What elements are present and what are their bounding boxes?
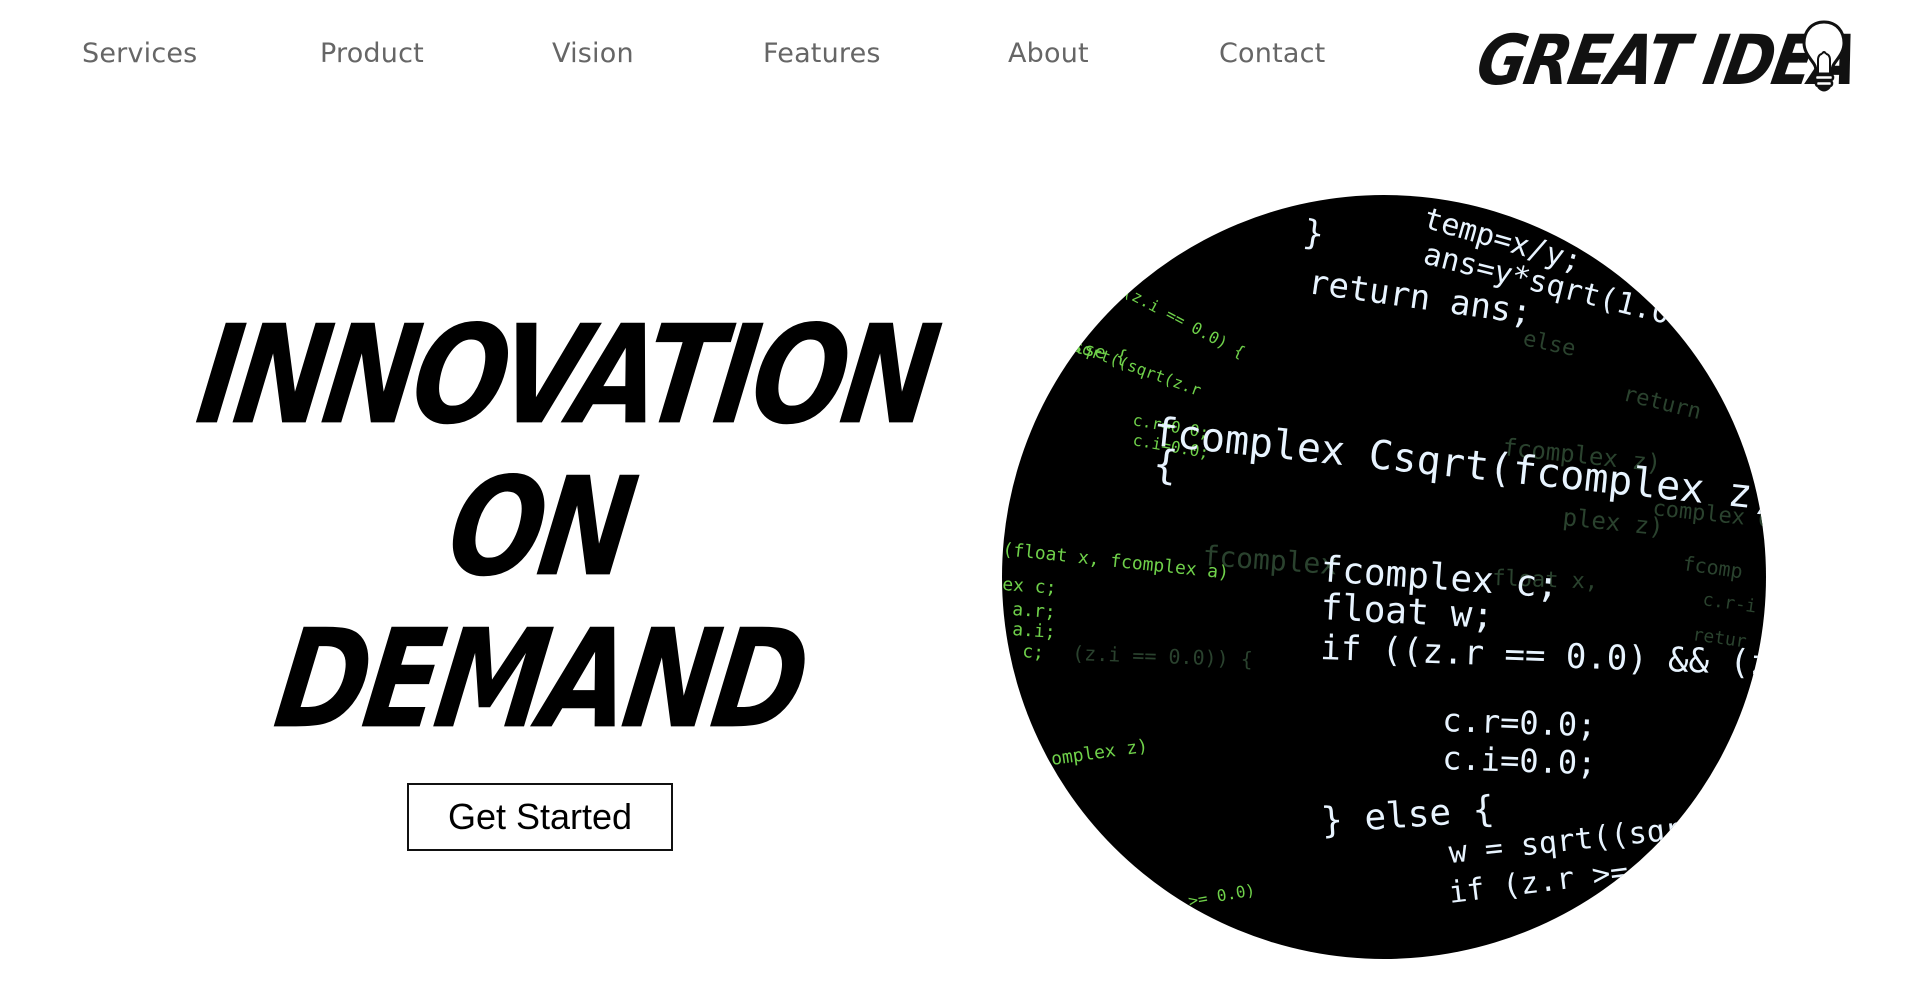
nav-link-features[interactable]: Features: [763, 30, 881, 78]
code-green-layer: else {(float x, fcomplex a)ex c;a.r;a.i;…: [1002, 282, 1257, 919]
code-main-line-2: }: [1301, 212, 1327, 254]
code-main-line-6: {: [1151, 441, 1180, 489]
code-green-line-8: sqrt((sqrt(z.r: [1071, 336, 1205, 400]
nav-link-contact[interactable]: Contact: [1219, 30, 1325, 78]
code-dim-line-9: fcomp: [1681, 551, 1744, 583]
code-dim-line-4: else: [1521, 326, 1578, 361]
nav-link-about[interactable]: About: [1008, 30, 1089, 78]
code-green-line-12: (z.i == 0.0) {: [1120, 282, 1248, 362]
code-green-line-3: ex c;: [1002, 574, 1057, 599]
code-green-line-5: a.i;: [1012, 619, 1057, 643]
hero-code-image: (z.i == 0.0)) {fcomplex float x, else plex …: [1002, 195, 1766, 959]
get-started-button[interactable]: Get Started: [407, 783, 673, 851]
code-green-line-7: omplex z): [1050, 736, 1150, 770]
code-dim-line-10: c.r-i: [1701, 589, 1758, 617]
nav-link-product[interactable]: Product: [320, 30, 424, 78]
code-dim-line-5: plex z): [1561, 503, 1665, 541]
code-main-line-5: fcomplex Csqrt(fcomplex z): [1151, 409, 1766, 520]
code-green-line-9: (z.r >= 0.0): [1139, 880, 1256, 919]
code-screen-graphic: (z.i == 0.0)) {fcomplex float x,elseplex …: [1002, 201, 1766, 942]
hero-heading: INNOVATION ON DEMAND: [189, 297, 944, 760]
lightbulb-icon: [1802, 20, 1846, 92]
code-main-line-15: c.r: [1550, 902, 1605, 942]
code-dim-line-1: (z.i == 0.0)) {: [1072, 641, 1253, 671]
code-green-line-6: c;: [1022, 641, 1045, 663]
hero-line-3: DEMAND: [266, 600, 814, 760]
code-dim-line-6: return: [1621, 382, 1704, 425]
code-main-line-11: c.i=0.0;: [1442, 739, 1597, 782]
code-main-line-10: c.r=0.0;: [1442, 701, 1597, 744]
logo[interactable]: GREAT IDEA: [1471, 14, 1864, 102]
nav-link-services[interactable]: Services: [82, 30, 197, 78]
nav-link-vision[interactable]: Vision: [552, 30, 634, 78]
